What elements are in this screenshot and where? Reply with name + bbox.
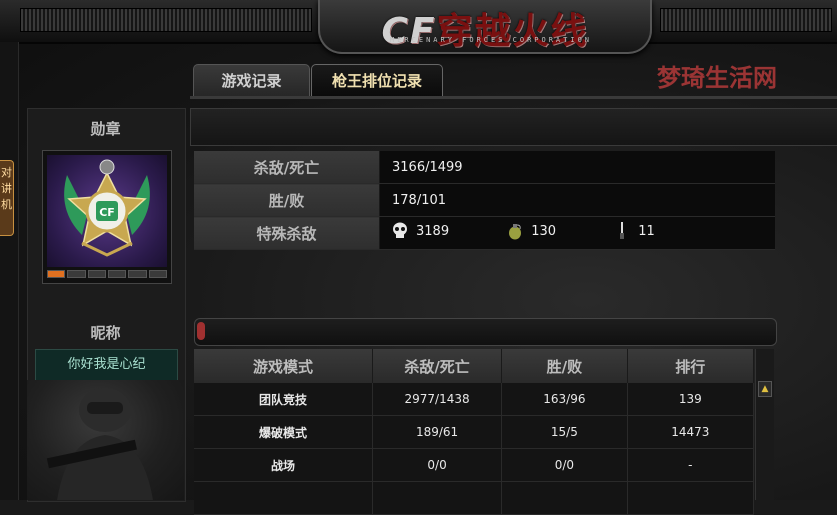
table-row bbox=[194, 481, 755, 515]
mode-rank: 14473 bbox=[627, 415, 755, 449]
mode-name: 战场 bbox=[194, 448, 373, 482]
soldier-icon bbox=[46, 388, 153, 500]
mode-kd: 189/61 bbox=[372, 415, 503, 449]
medal-image: CF bbox=[47, 155, 167, 267]
mode-wl bbox=[501, 481, 628, 515]
nickname-value: 你好我是心纪 bbox=[35, 349, 178, 381]
knife-kill-count: 11 bbox=[638, 223, 655, 239]
col-header-kd: 杀敌/死亡 bbox=[372, 349, 503, 383]
table-header-row: 游戏模式 杀敌/死亡 胜/败 排行 bbox=[194, 349, 755, 383]
table-scrollbar[interactable]: ▲ bbox=[755, 349, 774, 500]
tab-underline bbox=[190, 96, 837, 99]
medal-box[interactable]: CF bbox=[42, 150, 172, 284]
table-row: 爆破模式 189/61 15/5 14473 bbox=[194, 415, 755, 449]
stats-row-wl: 胜/败 178/101 bbox=[194, 183, 775, 217]
watermark: 梦琦生活网 bbox=[657, 64, 777, 92]
mode-wl: 0/0 bbox=[501, 448, 628, 482]
medal-page-indicator[interactable] bbox=[47, 270, 167, 278]
grenade-kill-count: 130 bbox=[531, 223, 557, 239]
logo-subtitle: MERCENARY FORCES CORPORATION bbox=[390, 36, 593, 44]
stats-row-special: 特殊杀敌 3189 130 11 bbox=[194, 216, 775, 250]
left-strip bbox=[0, 42, 19, 500]
section-divider-bar bbox=[194, 318, 777, 346]
tab-game-record[interactable]: 游戏记录 bbox=[193, 64, 310, 98]
mode-rank bbox=[627, 481, 755, 515]
special-kills-label: 特殊杀敌 bbox=[194, 216, 380, 250]
special-kills-value: 3189 130 11 bbox=[379, 216, 775, 250]
mode-wl: 15/5 bbox=[501, 415, 628, 449]
svg-text:CF: CF bbox=[99, 206, 115, 219]
mode-wl: 163/96 bbox=[501, 383, 628, 416]
grenade-icon bbox=[509, 224, 522, 240]
content-header-strip bbox=[190, 108, 837, 146]
wl-label: 胜/败 bbox=[194, 183, 380, 217]
table-row: 团队竞技 2977/1438 163/96 139 bbox=[194, 383, 755, 416]
kd-label: 杀敌/死亡 bbox=[194, 151, 380, 184]
mode-name: 团队竞技 bbox=[194, 383, 373, 416]
logo-text: 穿越火线 bbox=[436, 11, 589, 52]
walkie-talkie-tab[interactable]: 对讲机 bbox=[0, 160, 14, 236]
logo: CF穿越火线 MERCENARY FORCES CORPORATION bbox=[318, 0, 652, 54]
top-grill-left bbox=[20, 8, 312, 32]
col-header-wl: 胜/败 bbox=[501, 349, 628, 383]
kd-value: 3166/1499 bbox=[379, 151, 775, 184]
mode-rank: - bbox=[627, 448, 755, 482]
headshot-count: 3189 bbox=[416, 223, 450, 239]
divider-bar-marker bbox=[197, 322, 205, 340]
col-header-rank: 排行 bbox=[627, 349, 755, 383]
stats-row-kd: 杀敌/死亡 3166/1499 bbox=[194, 151, 775, 184]
mode-rank: 139 bbox=[627, 383, 755, 416]
logo-prefix: CF bbox=[381, 11, 437, 52]
table-row: 战场 0/0 0/0 - bbox=[194, 448, 755, 482]
mode-kd bbox=[372, 481, 503, 515]
nickname-title: 昵称 bbox=[90, 324, 121, 342]
skull-icon bbox=[393, 222, 407, 238]
mode-kd: 0/0 bbox=[372, 448, 503, 482]
top-grill-right bbox=[660, 8, 832, 32]
wl-value: 178/101 bbox=[379, 183, 775, 217]
knife-icon bbox=[620, 222, 625, 239]
game-modes-table: 游戏模式 杀敌/死亡 胜/败 排行 团队竞技 2977/1438 163/96 … bbox=[194, 349, 755, 515]
medal-badge-icon: CF bbox=[64, 159, 150, 257]
mode-name: 爆破模式 bbox=[194, 415, 373, 449]
col-header-mode: 游戏模式 bbox=[194, 349, 373, 383]
medal-title: 勋章 bbox=[90, 120, 121, 138]
mode-name bbox=[194, 481, 373, 515]
tab-ranked-record[interactable]: 枪王排位记录 bbox=[311, 64, 443, 98]
scroll-up-arrow-icon[interactable]: ▲ bbox=[758, 381, 772, 397]
stats-table: 杀敌/死亡 3166/1499 胜/败 178/101 特殊杀敌 3189 13… bbox=[194, 151, 775, 250]
mode-kd: 2977/1438 bbox=[372, 383, 503, 416]
soldier-portrait bbox=[27, 380, 184, 500]
